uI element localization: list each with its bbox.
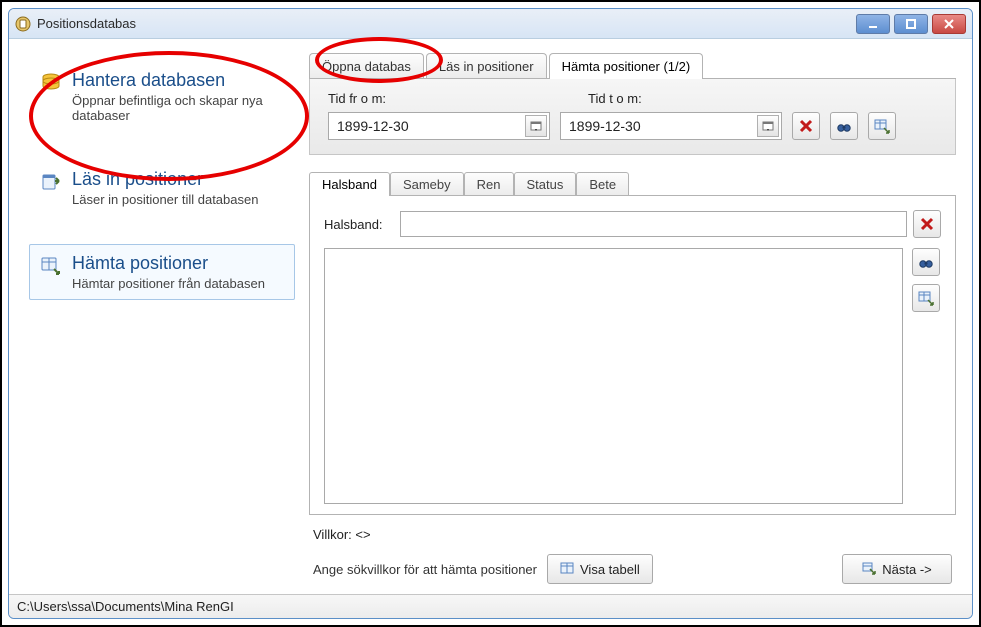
calendar-dropdown-icon[interactable] (757, 115, 779, 137)
sub-tab-ren[interactable]: Ren (464, 172, 514, 195)
clear-halsband-button[interactable] (913, 210, 941, 238)
sidebar-item-desc: Hämtar positioner från databasen (72, 276, 265, 291)
window-maximize-button[interactable] (894, 14, 928, 34)
sidebar-item-title: Hämta positioner (72, 253, 265, 274)
database-icon (40, 72, 62, 97)
date-from-value: 1899-12-30 (337, 118, 525, 134)
sidebar-item-manage-db[interactable]: Hantera databasen Öppnar befintliga och … (29, 61, 295, 132)
next-button[interactable]: Nästa -> (842, 554, 952, 584)
sub-tab-bete[interactable]: Bete (576, 172, 629, 195)
window-titlebar: Positionsdatabas (9, 9, 972, 39)
sub-tab-sameby[interactable]: Sameby (390, 172, 464, 195)
import-icon (40, 171, 62, 196)
next-label: Nästa -> (882, 562, 932, 577)
halsband-input[interactable] (400, 211, 907, 237)
halsband-label: Halsband: (324, 217, 394, 232)
sidebar-item-title: Läs in positioner (72, 169, 258, 190)
table-export-icon (862, 561, 876, 578)
binoculars-button[interactable] (912, 248, 940, 276)
app-icon (15, 16, 31, 32)
villkor-display: Villkor: <> (309, 523, 956, 542)
binoculars-button[interactable] (830, 112, 858, 140)
halsband-list[interactable] (324, 248, 903, 504)
tab-get-positions[interactable]: Hämta positioner (1/2) (549, 53, 704, 78)
sidebar-item-get-positions[interactable]: Hämta positioner Hämtar positioner från … (29, 244, 295, 300)
status-bar: C:\Users\ssa\Documents\Mina RenGI (9, 594, 972, 618)
window-title: Positionsdatabas (37, 16, 136, 31)
main-panel: Öppna databas Läs in positioner Hämta po… (309, 39, 972, 594)
sub-tab-halsband[interactable]: Halsband (309, 172, 390, 195)
sidebar: Hantera databasen Öppnar befintliga och … (9, 39, 309, 594)
sidebar-item-read-positions[interactable]: Läs in positioner Läser in positioner ti… (29, 160, 295, 216)
status-path: C:\Users\ssa\Documents\Mina RenGI (17, 599, 234, 614)
top-tabs: Öppna databas Läs in positioner Hämta po… (309, 49, 956, 79)
tab-read-positions[interactable]: Läs in positioner (426, 53, 547, 78)
clear-date-button[interactable] (792, 112, 820, 140)
table-icon (560, 561, 574, 578)
filter-tabs: Halsband Sameby Ren Status Bete (309, 169, 956, 195)
date-from-picker[interactable]: 1899-12-30 (328, 112, 550, 140)
footer-hint: Ange sökvillkor för att hämta positioner (313, 562, 537, 577)
table-export-icon (40, 255, 62, 280)
sidebar-item-title: Hantera databasen (72, 70, 284, 91)
window-close-button[interactable] (932, 14, 966, 34)
date-filter-section: Tid fr o m: Tid t o m: 1899-12-30 1899-1… (309, 79, 956, 155)
sidebar-item-desc: Öppnar befintliga och skapar nya databas… (72, 93, 284, 123)
tab-open-db[interactable]: Öppna databas (309, 53, 424, 78)
date-to-picker[interactable]: 1899-12-30 (560, 112, 782, 140)
table-export-button[interactable] (868, 112, 896, 140)
show-table-label: Visa tabell (580, 562, 640, 577)
show-table-button[interactable]: Visa tabell (547, 554, 653, 584)
calendar-dropdown-icon[interactable] (525, 115, 547, 137)
window-minimize-button[interactable] (856, 14, 890, 34)
sub-tab-status[interactable]: Status (514, 172, 577, 195)
table-export-button[interactable] (912, 284, 940, 312)
date-to-label: Tid t o m: (588, 91, 820, 106)
filter-content: Halsband: (309, 195, 956, 515)
date-to-value: 1899-12-30 (569, 118, 757, 134)
sidebar-item-desc: Läser in positioner till databasen (72, 192, 258, 207)
date-from-label: Tid fr o m: (328, 91, 560, 106)
